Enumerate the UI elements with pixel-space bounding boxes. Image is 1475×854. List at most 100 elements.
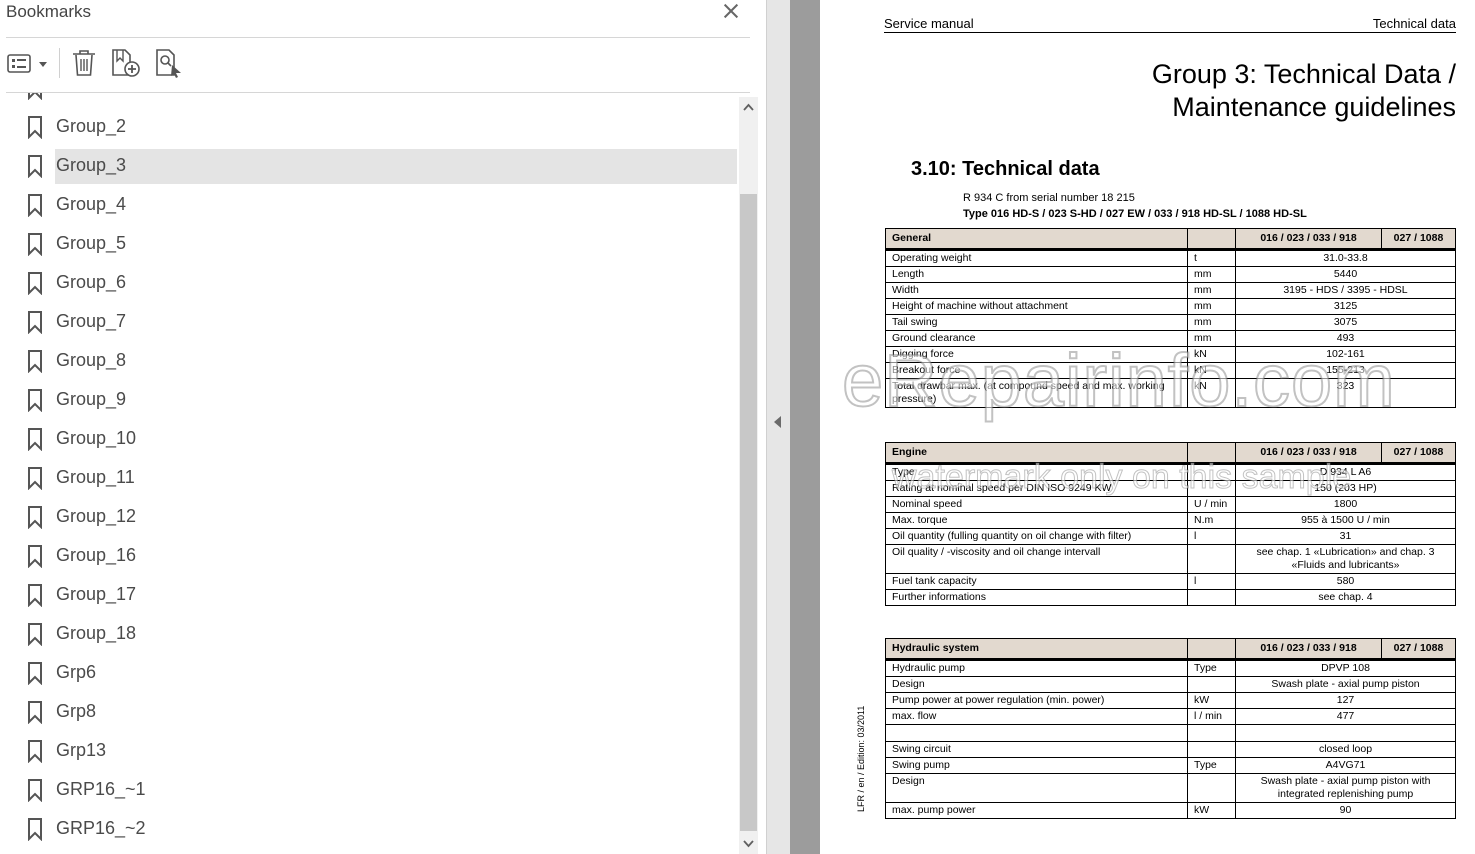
row-unit: mm <box>1187 298 1236 315</box>
panel-title: Bookmarks <box>6 2 92 21</box>
group-title: Group 3: Technical Data / Maintenance gu… <box>1152 58 1456 124</box>
document-gutter <box>790 0 820 854</box>
row-value: see chap. 1 «Lubrication» and chap. 3 «F… <box>1235 544 1456 574</box>
table-title: General <box>885 228 1188 251</box>
bookmark-item[interactable]: GRP16_~2 <box>6 812 737 847</box>
bookmark-item[interactable]: Group_4 <box>6 188 737 223</box>
bookmark-item[interactable]: Grp6 <box>6 656 737 691</box>
bookmark-item[interactable]: Group_18 <box>6 617 737 652</box>
header-col2: 027 / 1088 <box>1381 638 1456 661</box>
watermark: eRepairinfo.com <box>841 338 1396 423</box>
bookmark-label: Group_10 <box>56 428 137 448</box>
bookmark-label: Group_16 <box>56 545 137 565</box>
bookmark-item[interactable]: Group_11 <box>6 461 737 496</box>
bookmark-item[interactable]: Group_10 <box>6 422 737 457</box>
bookmark-icon <box>28 350 42 373</box>
row-value: 3075 <box>1235 314 1456 331</box>
row-value: 1800 <box>1235 496 1456 513</box>
row-value: closed loop <box>1235 741 1456 758</box>
row-label: Fuel tank capacity <box>885 573 1188 590</box>
scroll-down-icon[interactable] <box>739 834 758 852</box>
bookmark-icon <box>28 467 42 490</box>
trash-icon <box>73 50 95 76</box>
bookmark-item[interactable]: Group_7 <box>6 305 737 340</box>
bookmark-item[interactable]: Group_17 <box>6 578 737 613</box>
row-unit <box>1187 773 1236 803</box>
bookmark-icon <box>28 93 42 100</box>
model-types: Type 016 HD-S / 023 S-HD / 027 EW / 033 … <box>963 208 1307 220</box>
collapse-panel-icon[interactable] <box>774 416 781 428</box>
row-unit: t <box>1187 249 1236 267</box>
row-unit: mm <box>1187 314 1236 331</box>
bookmark-label: Group_6 <box>56 272 127 292</box>
bookmark-label: Group_9 <box>56 389 127 409</box>
row-unit: Type <box>1187 659 1236 677</box>
bookmarks-scrollbar[interactable] <box>739 97 758 854</box>
row-value: 5440 <box>1235 266 1456 283</box>
bookmark-item[interactable]: Group_5 <box>6 227 737 262</box>
delete-bookmark-button[interactable] <box>70 48 98 78</box>
find-bookmark-button[interactable] <box>154 48 186 78</box>
bookmark-icon <box>28 740 42 763</box>
row-label: Operating weight <box>885 249 1188 267</box>
list-item-partial[interactable] <box>6 93 737 106</box>
new-bookmark-button[interactable] <box>110 48 142 78</box>
list-options-icon <box>7 54 47 73</box>
row-value: Swash plate - axial pump piston with int… <box>1235 773 1456 803</box>
bookmark-item[interactable]: Group_9 <box>6 383 737 418</box>
row-unit <box>1187 544 1236 574</box>
row-value: 90 <box>1235 802 1456 819</box>
scroll-up-icon[interactable] <box>739 99 758 117</box>
row-value: 127 <box>1235 692 1456 709</box>
row-label: Further informations <box>885 589 1188 606</box>
row-unit <box>1187 724 1236 742</box>
page-header-right: Technical data <box>1372 16 1456 31</box>
row-value: DPVP 108 <box>1235 659 1456 677</box>
options-menu-button[interactable] <box>6 48 50 78</box>
bookmark-item[interactable]: GRP16_~1 <box>6 773 737 808</box>
bookmark-item[interactable]: Group_16 <box>6 539 737 574</box>
bookmark-item[interactable]: Group_2 <box>6 110 737 145</box>
bookmark-label: Group_12 <box>56 506 137 526</box>
row-label: Swing pump <box>885 757 1188 774</box>
scroll-thumb[interactable] <box>740 194 757 831</box>
row-label: Oil quantity (fulling quantity on oil ch… <box>885 528 1188 545</box>
row-unit: l <box>1187 573 1236 590</box>
row-label: Pump power at power regulation (min. pow… <box>885 692 1188 709</box>
row-value: 31 <box>1235 528 1456 545</box>
bookmark-item[interactable]: Group_6 <box>6 266 737 301</box>
row-unit: kW <box>1187 802 1236 819</box>
table-row: Pump power at power regulation (min. pow… <box>885 692 1456 709</box>
bookmark-item[interactable]: Grp13 <box>6 734 737 769</box>
row-label: Hydraulic pump <box>885 659 1188 677</box>
row-unit: mm <box>1187 282 1236 299</box>
close-icon[interactable] <box>720 0 742 22</box>
table-title: Hydraulic system <box>885 638 1188 661</box>
table-row: Fuel tank capacity l 580 <box>885 573 1456 590</box>
row-unit: mm <box>1187 266 1236 283</box>
hydraulic-table: Hydraulic system 016 / 023 / 033 / 918 027… <box>885 638 1456 819</box>
bookmark-icon <box>28 506 42 529</box>
group-title-line2: Maintenance guidelines <box>1172 92 1456 122</box>
panel-splitter[interactable] <box>766 0 790 854</box>
bookmark-label: Group_7 <box>56 311 127 331</box>
edition-note: LFR / en / Edition: 03/2011 <box>856 705 866 812</box>
bookmark-item[interactable]: Grp8 <box>6 695 737 730</box>
header-col1: 016 / 023 / 033 / 918 <box>1235 638 1382 661</box>
table-row: max. flow l / min 477 <box>885 708 1456 725</box>
row-unit <box>1187 741 1236 758</box>
row-value: A4VG71 <box>1235 757 1456 774</box>
divider <box>6 37 750 38</box>
bookmark-item[interactable]: Group_8 <box>6 344 737 379</box>
row-label: Max. torque <box>885 512 1188 529</box>
row-value: 3125 <box>1235 298 1456 315</box>
bookmark-label: Group_11 <box>56 467 135 487</box>
bookmark-item[interactable]: Group_12 <box>6 500 737 535</box>
group-title-line1: Group 3: Technical Data / <box>1151 59 1456 89</box>
header-col2: 027 / 1088 <box>1381 228 1456 251</box>
bookmark-icon <box>28 623 42 646</box>
bookmark-item[interactable]: Group_3 <box>6 149 737 184</box>
table-row: Height of machine without attachment mm 31… <box>885 298 1456 315</box>
row-label: max. pump power <box>885 802 1188 819</box>
row-unit: Type <box>1187 757 1236 774</box>
